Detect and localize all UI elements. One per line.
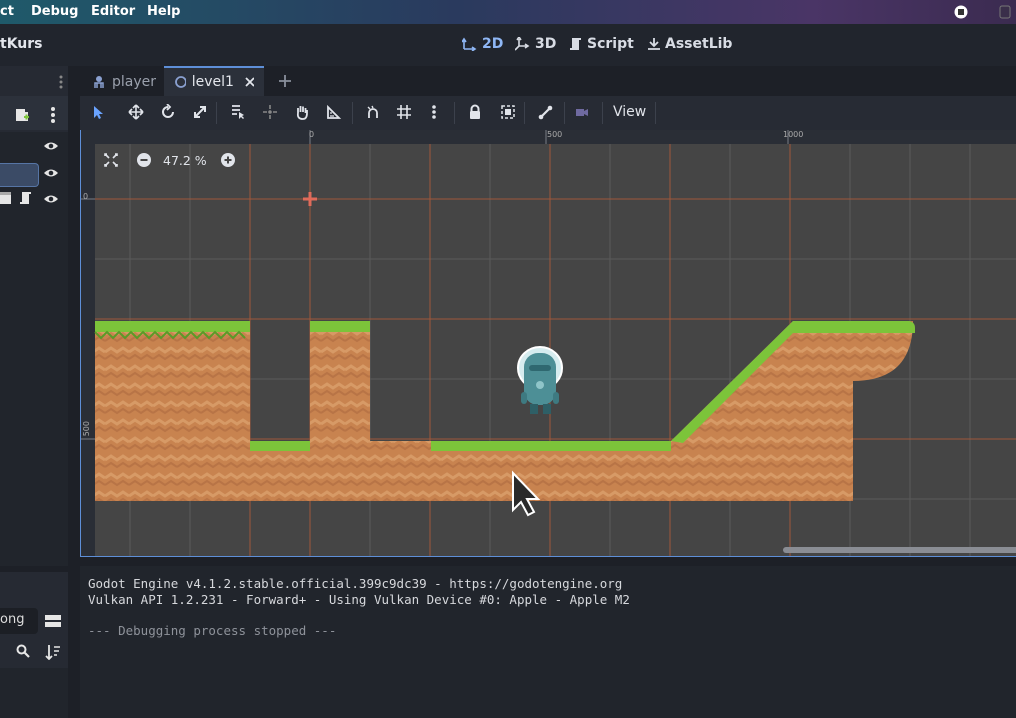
workspace-3d-button[interactable]: 3D xyxy=(515,36,556,52)
list-select-tool-icon[interactable] xyxy=(230,104,248,122)
main-toolbar: tKurs 2D 3D Script AssetLib xyxy=(0,24,1016,66)
add-tab-icon[interactable] xyxy=(278,74,292,88)
menu-item-project[interactable]: ct xyxy=(0,4,14,19)
2d-icon xyxy=(462,37,477,51)
snap-options-icon[interactable] xyxy=(430,104,448,122)
ruler-left-label-500: 500 xyxy=(82,421,91,437)
script-icon xyxy=(570,38,581,50)
output-line: --- Debugging process stopped --- xyxy=(88,623,337,638)
workspace-3d-label: 3D xyxy=(535,36,557,52)
download-icon xyxy=(648,38,660,50)
character-icon xyxy=(94,76,104,88)
zoom-in-icon[interactable] xyxy=(220,152,236,168)
pivot-tool-icon[interactable] xyxy=(262,104,280,122)
tab-player[interactable]: player xyxy=(82,68,166,96)
rotate-tool-icon[interactable] xyxy=(160,104,178,122)
tab-level1[interactable]: level1 xyxy=(164,66,264,96)
sort-icon[interactable] xyxy=(45,644,61,660)
menu-item-editor[interactable]: Editor xyxy=(91,4,135,19)
skeleton-icon[interactable] xyxy=(538,104,556,122)
origin-marker xyxy=(303,192,317,206)
dock-handle-icon[interactable] xyxy=(58,74,64,90)
tab-level1-label: level1 xyxy=(191,74,234,90)
pan-tool-icon[interactable] xyxy=(294,104,312,122)
camera-override-icon[interactable] xyxy=(574,104,592,122)
workspace-script-label: Script xyxy=(587,36,634,52)
project-title: tKurs xyxy=(0,36,43,52)
toolbar-separator xyxy=(524,102,525,124)
horizontal-scrollbar[interactable] xyxy=(783,547,1016,553)
canvas-viewport[interactable]: 0 500 1000 0 500 47.2 % xyxy=(80,130,1016,557)
stop-icon[interactable] xyxy=(954,5,968,19)
ruler-label-0: 0 xyxy=(309,130,315,139)
node2d-icon xyxy=(175,76,186,88)
menu-item-debug[interactable]: Debug xyxy=(31,4,78,19)
movie-icon[interactable] xyxy=(998,4,1012,20)
clapper-icon[interactable] xyxy=(0,191,12,205)
workspace-assetlib-label: AssetLib xyxy=(665,36,733,52)
toolbar-separator xyxy=(216,102,217,124)
view-menu-button[interactable]: View xyxy=(613,104,646,120)
filesystem-dock: ong xyxy=(0,572,68,718)
center-view-icon[interactable] xyxy=(103,152,119,168)
filter-field-text: ong xyxy=(0,612,25,627)
scene-dock xyxy=(0,66,68,566)
level-canvas[interactable] xyxy=(81,130,1016,556)
3d-icon xyxy=(515,37,530,51)
scene-dock-toolbar xyxy=(0,96,68,130)
toolbar-separator xyxy=(655,102,656,124)
visibility-eye-icon[interactable] xyxy=(43,140,59,152)
scene-tabs: player level1 xyxy=(80,66,1016,96)
select-tool-icon[interactable] xyxy=(90,104,108,122)
ruler-label-500: 500 xyxy=(547,130,563,139)
menu-bar: ct Debug Editor Help xyxy=(0,0,1016,24)
output-line: Godot Engine v4.1.2.stable.official.399c… xyxy=(88,576,623,591)
visibility-eye-icon[interactable] xyxy=(43,167,59,179)
instance-scene-icon[interactable] xyxy=(13,105,31,123)
player-sprite[interactable] xyxy=(517,346,563,414)
file-list xyxy=(0,668,68,718)
zoom-level[interactable]: 47.2 % xyxy=(163,153,207,168)
visibility-eye-icon[interactable] xyxy=(43,193,59,205)
scale-tool-icon[interactable] xyxy=(192,104,210,122)
workspace-script-button[interactable]: Script xyxy=(569,36,634,52)
terrain-dirt[interactable] xyxy=(95,321,913,501)
list-view-icon[interactable] xyxy=(45,614,61,628)
close-tab-icon[interactable] xyxy=(244,76,254,88)
grid-snap-icon[interactable] xyxy=(396,104,414,122)
toolbar-separator xyxy=(454,102,455,124)
workspace-2d-button[interactable]: 2D xyxy=(462,36,503,52)
toolbar-separator xyxy=(352,102,353,124)
output-line: Vulkan API 1.2.231 - Forward+ - Using Vu… xyxy=(88,592,630,607)
menu-item-help[interactable]: Help xyxy=(147,4,180,19)
move-tool-icon[interactable] xyxy=(128,104,146,122)
ruler-label-1000: 1000 xyxy=(783,130,804,139)
canvas-toolbar: View xyxy=(80,96,1016,130)
ruler-left-label-0: 0 xyxy=(83,192,89,201)
ruler-tool-icon[interactable] xyxy=(326,104,344,122)
smart-snap-icon[interactable] xyxy=(366,104,384,122)
output-panel: Godot Engine v4.1.2.stable.official.399c… xyxy=(80,566,1016,718)
tab-player-label: player xyxy=(112,74,157,90)
script-attached-icon[interactable] xyxy=(19,191,33,205)
toolbar-separator xyxy=(602,102,603,124)
lock-icon[interactable] xyxy=(467,104,485,122)
group-icon[interactable] xyxy=(500,104,518,122)
search-icon[interactable] xyxy=(16,644,30,658)
scene-tree-item-selected[interactable] xyxy=(0,163,39,187)
workspace-assetlib-button[interactable]: AssetLib xyxy=(647,36,732,52)
filter-field[interactable]: ong xyxy=(0,608,38,634)
workspace-2d-label: 2D xyxy=(482,36,504,52)
scene-menu-icon[interactable] xyxy=(49,106,57,124)
zoom-out-icon[interactable] xyxy=(136,152,152,168)
toolbar-separator xyxy=(564,102,565,124)
